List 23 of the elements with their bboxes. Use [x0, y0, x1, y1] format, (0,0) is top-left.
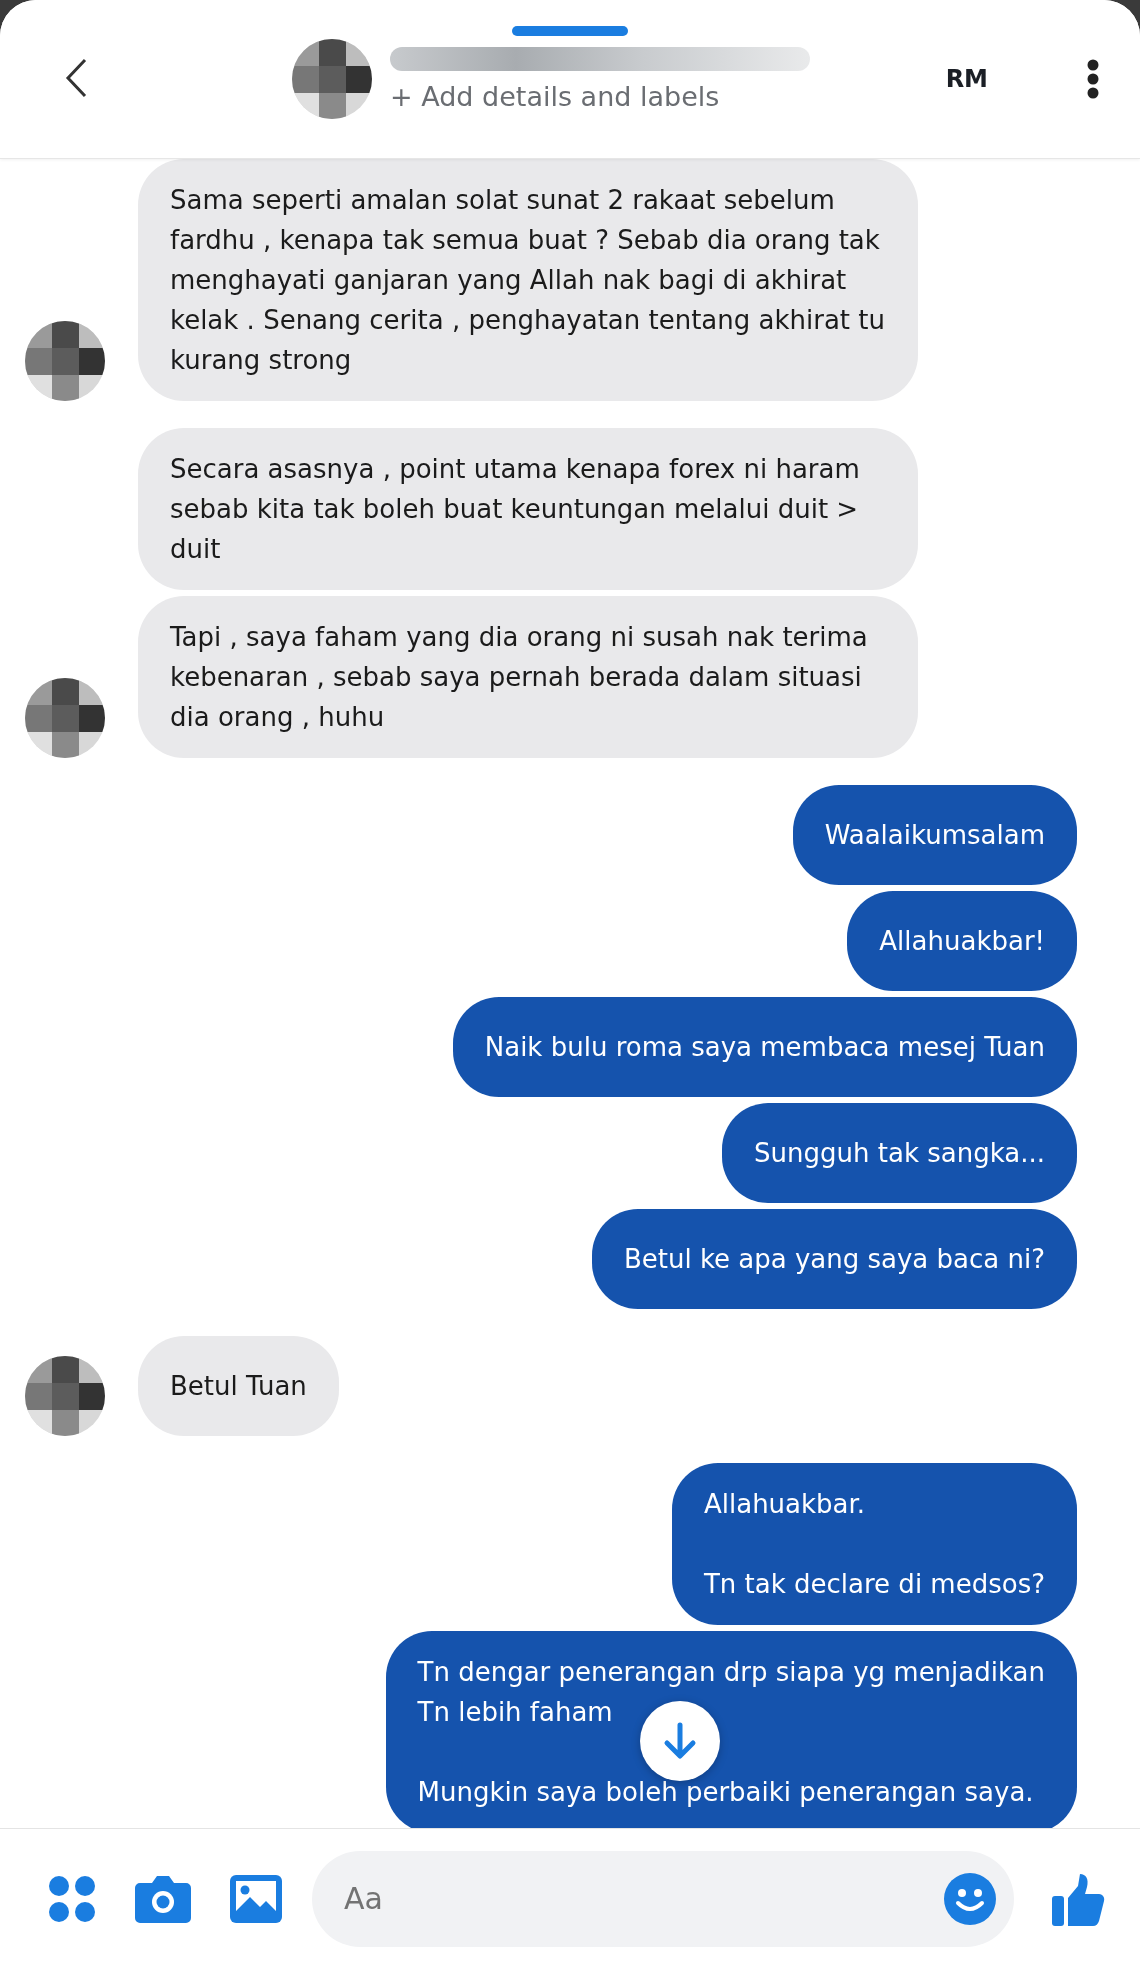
message-bubble: Tn dengar penerangan drp siapa yg menjadikan Tn lebih faham Mungkin saya boleh perbaiki penerangan saya.: [385, 1631, 1077, 1828]
message-bubble: Tapi , saya faham yang dia orang ni susah nak terima kebenaran , sebab saya pernah berada dalam situasi dia orang , huhu: [138, 596, 918, 758]
add-details-link[interactable]: + Add details and labels: [390, 80, 810, 112]
drag-handle[interactable]: [512, 26, 628, 36]
message-bubble: Betul ke apa yang saya baca ni?: [591, 1209, 1077, 1309]
message-bubble: Waalaikumsalam: [792, 785, 1077, 885]
message-field[interactable]: Aa: [312, 1850, 1014, 1947]
message-bubble: Sama seperti amalan solat sunat 2 rakaat sebelum fardhu , kenapa tak semua buat ? Sebab dia orang tak menghayati ganjaran yang Allah nak bagi di akhirat kelak . Senang cerita , penghayatan tentang akhirat tu kurang strong: [138, 159, 918, 401]
like-icon[interactable]: [1052, 1871, 1106, 1926]
message-bubble: Naik bulu roma saya membaca mesej Tuan: [452, 997, 1077, 1097]
more-options-button[interactable]: [1086, 59, 1100, 99]
emoji-icon[interactable]: [944, 1872, 996, 1925]
image-icon[interactable]: [230, 1874, 282, 1923]
camera-icon[interactable]: [134, 1874, 192, 1923]
arrow-down-icon[interactable]: [662, 1721, 698, 1761]
message-bubble: Allahuakbar. Tn tak declare di medsos?: [671, 1463, 1077, 1625]
message-bubble: Betul Tuan: [138, 1336, 339, 1436]
apps-icon[interactable]: [48, 1874, 96, 1923]
message-bubble: Sungguh tak sangka...: [722, 1103, 1077, 1203]
initials-label: RM: [945, 65, 988, 93]
back-icon[interactable]: [65, 57, 87, 98]
message-bubble: Secara asasnya , point utama kenapa forex ni haram sebab kita tak boleh buat keuntungan melalui duit > duit: [138, 428, 918, 590]
message-bubble: Allahuakbar!: [847, 891, 1077, 991]
